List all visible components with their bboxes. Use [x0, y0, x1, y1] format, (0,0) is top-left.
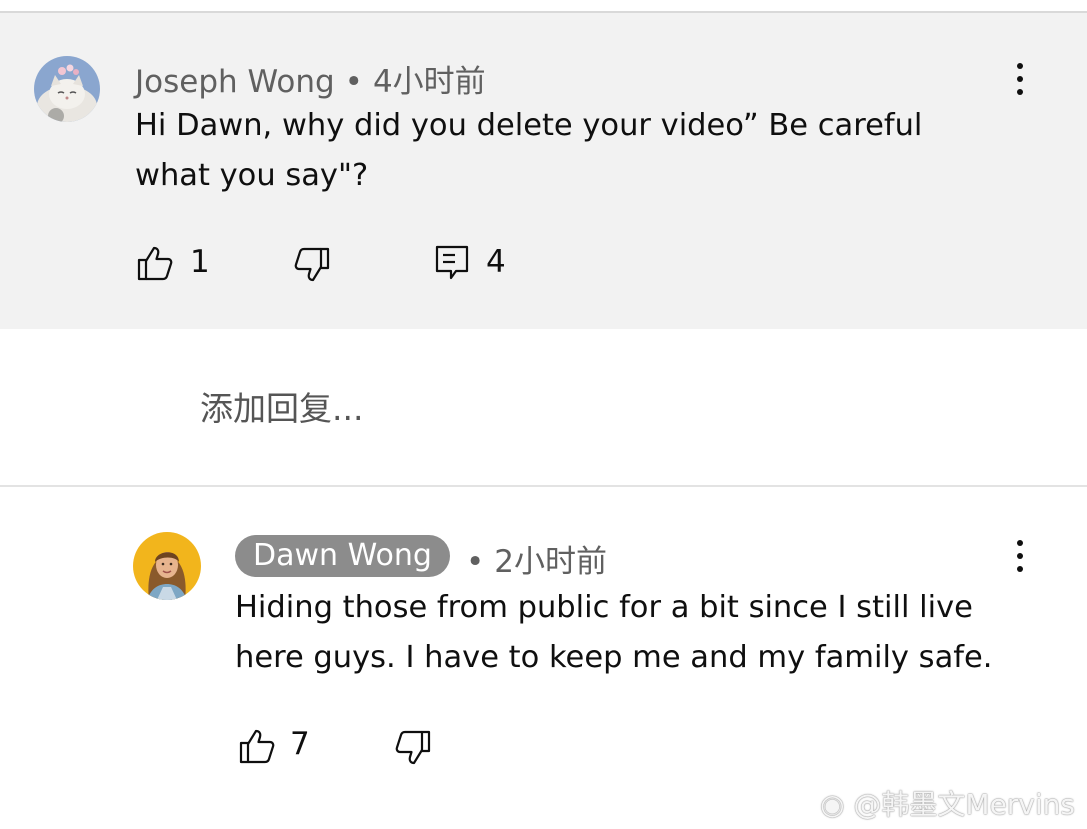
dislike-icon[interactable]: [293, 246, 331, 284]
kebab-dot: [1017, 566, 1023, 572]
reply-text-line: here guys. I have to keep me and my fami…: [235, 640, 993, 675]
avatar[interactable]: [34, 56, 100, 122]
comment-more-options-button[interactable]: [1010, 59, 1030, 99]
like-count: 1: [190, 244, 210, 280]
kebab-dot: [1017, 553, 1023, 559]
kebab-dot: [1017, 89, 1023, 95]
dislike-icon[interactable]: [394, 729, 432, 767]
reply-text-line: Hiding those from public for a bit since…: [235, 590, 973, 625]
reply-meta: • 2小时前: [466, 536, 607, 581]
comment-text-line: what you say"?: [135, 158, 369, 193]
cat-avatar-icon: [34, 56, 100, 122]
like-icon[interactable]: [136, 244, 174, 282]
profile-photo-avatar-icon: [133, 532, 201, 600]
creator-name-chip[interactable]: Dawn Wong: [235, 535, 450, 577]
avatar[interactable]: [133, 532, 201, 600]
comment-text-line: Hi Dawn, why did you delete your video” …: [135, 108, 923, 143]
like-icon[interactable]: [238, 727, 276, 765]
section-divider: [0, 485, 1087, 487]
meta-separator: •: [466, 544, 485, 580]
reply-more-options-button[interactable]: [1010, 536, 1030, 576]
weibo-watermark: ◉ @韩墨文Mervins: [820, 783, 1075, 823]
meta-separator: •: [344, 64, 363, 100]
watermark-text: @韩墨文Mervins: [853, 788, 1075, 821]
reply-text: Hiding those from public for a bit since…: [235, 583, 992, 683]
weibo-logo-icon: ◉: [820, 788, 845, 821]
reply-icon[interactable]: [434, 244, 470, 282]
add-reply-input[interactable]: 添加回复...: [200, 382, 363, 430]
kebab-dot: [1017, 76, 1023, 82]
kebab-dot: [1017, 540, 1023, 546]
comment-text: Hi Dawn, why did you delete your video” …: [135, 101, 922, 201]
reply-timestamp[interactable]: 2小时前: [494, 544, 607, 580]
kebab-dot: [1017, 63, 1023, 69]
comment-timestamp[interactable]: 4小时前: [373, 64, 486, 100]
like-count: 7: [290, 726, 310, 762]
comment-author-name[interactable]: Joseph Wong: [135, 64, 335, 100]
comment-meta: Joseph Wong • 4小时前: [135, 56, 486, 101]
reply-count: 4: [486, 244, 506, 280]
